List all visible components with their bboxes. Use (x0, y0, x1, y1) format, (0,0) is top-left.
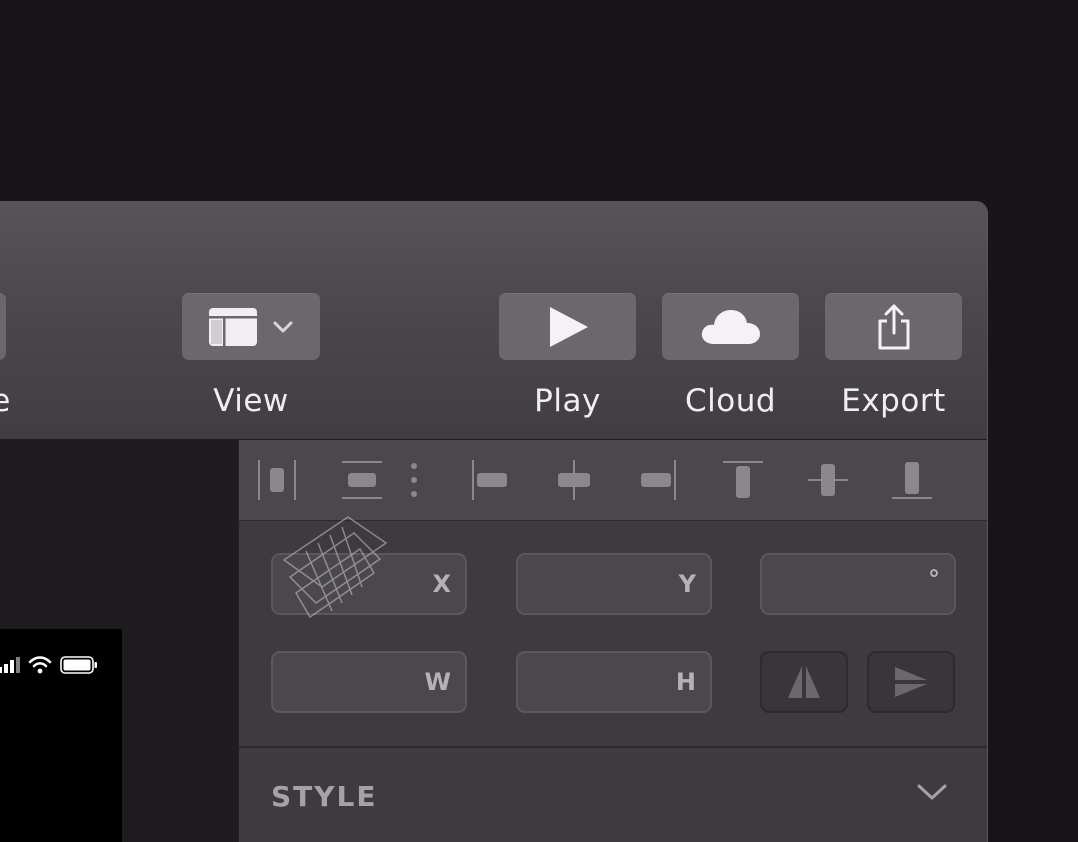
height-field[interactable]: H (516, 651, 712, 713)
distribute-vertical-icon[interactable] (338, 456, 386, 504)
canvas-area[interactable] (0, 440, 238, 842)
align-center-vertical-icon[interactable] (804, 456, 852, 504)
view-label: View (213, 383, 289, 419)
flip-vertical-button[interactable] (867, 651, 955, 713)
battery-icon (60, 656, 97, 674)
export-button[interactable] (825, 293, 962, 360)
cloud-label: Cloud (684, 383, 777, 419)
rotation-field[interactable]: ° (760, 553, 956, 615)
flip-vertical-icon (895, 667, 927, 697)
section-divider (239, 746, 987, 748)
flip-horizontal-icon (788, 666, 820, 698)
flip-horizontal-button[interactable] (760, 651, 848, 713)
cloud-icon (701, 309, 760, 344)
more-options-icon[interactable] (399, 456, 429, 504)
rotation-field-label: ° (928, 565, 940, 593)
partial-toolbar-label: e (0, 383, 16, 419)
chevron-down-icon (273, 321, 293, 332)
app-window: e View Play Cloud (0, 201, 988, 842)
play-button[interactable] (499, 293, 636, 360)
cursor-overlay-icon (282, 516, 388, 619)
phone-preview[interactable] (0, 629, 122, 842)
align-top-icon[interactable] (719, 456, 767, 504)
partial-toolbar-button[interactable] (0, 293, 6, 360)
width-field[interactable]: W (271, 651, 467, 713)
toolbar: e View Play Cloud (0, 202, 987, 440)
w-field-label: W (424, 668, 451, 696)
h-field-label: H (675, 668, 696, 696)
style-section-header[interactable]: STYLE (271, 780, 378, 813)
align-bottom-icon[interactable] (888, 456, 936, 504)
cloud-button[interactable] (662, 293, 799, 360)
inspector-panel: X Y ° W H STYLE (238, 440, 987, 842)
play-label: Play (534, 383, 601, 419)
x-field-label: X (432, 570, 451, 598)
wifi-icon (28, 656, 52, 674)
play-icon (549, 306, 588, 347)
y-position-field[interactable]: Y (516, 553, 712, 615)
layout-icon (209, 307, 257, 346)
alignment-toolbar (239, 440, 987, 521)
cellular-signal-icon (0, 657, 20, 673)
distribute-horizontal-icon[interactable] (253, 456, 301, 504)
share-icon (878, 304, 909, 349)
align-left-icon[interactable] (465, 456, 513, 504)
align-right-icon[interactable] (635, 456, 683, 504)
export-label: Export (841, 383, 946, 419)
view-button[interactable] (182, 293, 320, 360)
chevron-down-icon[interactable] (916, 782, 948, 802)
align-center-horizontal-icon[interactable] (550, 456, 598, 504)
y-field-label: Y (678, 570, 696, 598)
